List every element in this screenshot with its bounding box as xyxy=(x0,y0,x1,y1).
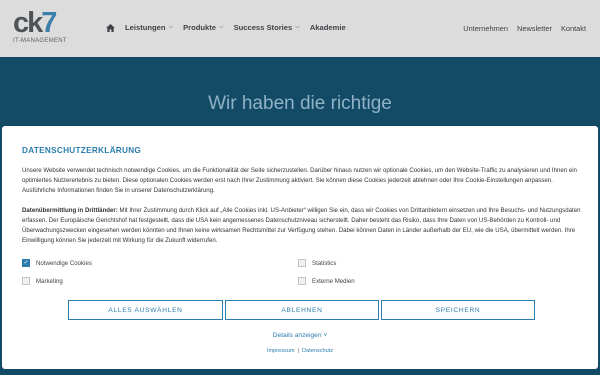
hero-title: Wir haben die richtige xyxy=(208,93,392,114)
dialog-footer-links: Impressum | Datenschutz xyxy=(2,348,598,354)
option-label: Marketing xyxy=(36,277,63,285)
option-label: Notwendige Cookies xyxy=(36,259,92,267)
option-notwendige-cookies[interactable]: ✓ Notwendige Cookies xyxy=(22,259,92,267)
option-marketing[interactable]: Marketing xyxy=(22,277,63,285)
details-link-label: Details anzeigen xyxy=(272,332,322,339)
save-button[interactable]: SPEICHERN xyxy=(381,300,535,320)
meta-nav-newsletter[interactable]: Newsletter xyxy=(517,24,552,33)
nav-produkte[interactable]: Produkte ⌵ xyxy=(183,23,223,32)
main-nav: Leistungen ⌵ Produkte ⌵ Success Stories … xyxy=(106,23,346,32)
meta-nav-kontakt[interactable]: Kontakt xyxy=(561,24,586,33)
site-header: ck7 IT-MANAGEMENT Leistungen ⌵ Produkte … xyxy=(0,0,600,57)
transfer-heading: Datenübermittlung in Drittländer: xyxy=(22,207,118,214)
nav-akademie[interactable]: Akademie xyxy=(310,23,346,32)
chevron-down-icon: ⌵ xyxy=(219,24,224,30)
nav-home[interactable] xyxy=(106,23,115,32)
checkbox[interactable] xyxy=(22,277,30,285)
dialog-intro-text: Unsere Website verwendet technisch notwe… xyxy=(22,167,577,194)
dialog-transfer-text: Datenübermittlung in Drittländer: Mit Ih… xyxy=(22,206,582,246)
reject-button[interactable]: ABLEHNEN xyxy=(225,300,379,320)
checkbox-checked[interactable]: ✓ xyxy=(22,259,30,267)
home-icon xyxy=(106,23,115,32)
select-all-button[interactable]: ALLES AUSWÄHLEN xyxy=(68,300,223,320)
nav-label: Akademie xyxy=(309,23,346,32)
chevron-down-icon: ˅ xyxy=(323,332,328,339)
option-statistics[interactable]: Statistics xyxy=(298,259,336,267)
meta-nav: Unternehmen Newsletter Kontakt xyxy=(463,24,586,33)
nav-leistungen[interactable]: Leistungen ⌵ xyxy=(125,23,173,32)
chevron-down-icon: ⌵ xyxy=(295,24,300,30)
link-separator: | xyxy=(297,348,300,354)
chevron-down-icon: ⌵ xyxy=(168,24,174,30)
checkbox[interactable] xyxy=(298,277,306,285)
meta-nav-unternehmen[interactable]: Unternehmen xyxy=(463,24,508,33)
details-toggle[interactable]: Details anzeigen ˅ xyxy=(2,332,598,339)
option-label: Statistics xyxy=(312,259,337,267)
nav-label: Leistungen xyxy=(125,23,166,32)
impressum-link[interactable]: Impressum xyxy=(267,348,295,354)
option-externe-medien[interactable]: Externe Medien xyxy=(298,277,355,285)
ck7-logo[interactable]: ck7 IT-MANAGEMENT xyxy=(13,9,83,45)
checkbox[interactable] xyxy=(298,259,306,267)
logo-subtitle: IT-MANAGEMENT xyxy=(13,38,67,44)
nav-label: Success Stories xyxy=(233,23,293,32)
nav-label: Produkte xyxy=(183,23,216,32)
nav-success-stories[interactable]: Success Stories ⌵ xyxy=(234,23,300,32)
datenschutz-link[interactable]: Datenschutz xyxy=(302,348,333,354)
cookie-consent-dialog: DATENSCHUTZERKLÄRUNG Unsere Website verw… xyxy=(2,126,598,369)
option-label: Externe Medien xyxy=(312,277,355,285)
checkmark-icon: ✓ xyxy=(23,260,29,266)
logo-mark: ck7 xyxy=(13,7,57,39)
dialog-title: DATENSCHUTZERKLÄRUNG xyxy=(22,146,142,155)
